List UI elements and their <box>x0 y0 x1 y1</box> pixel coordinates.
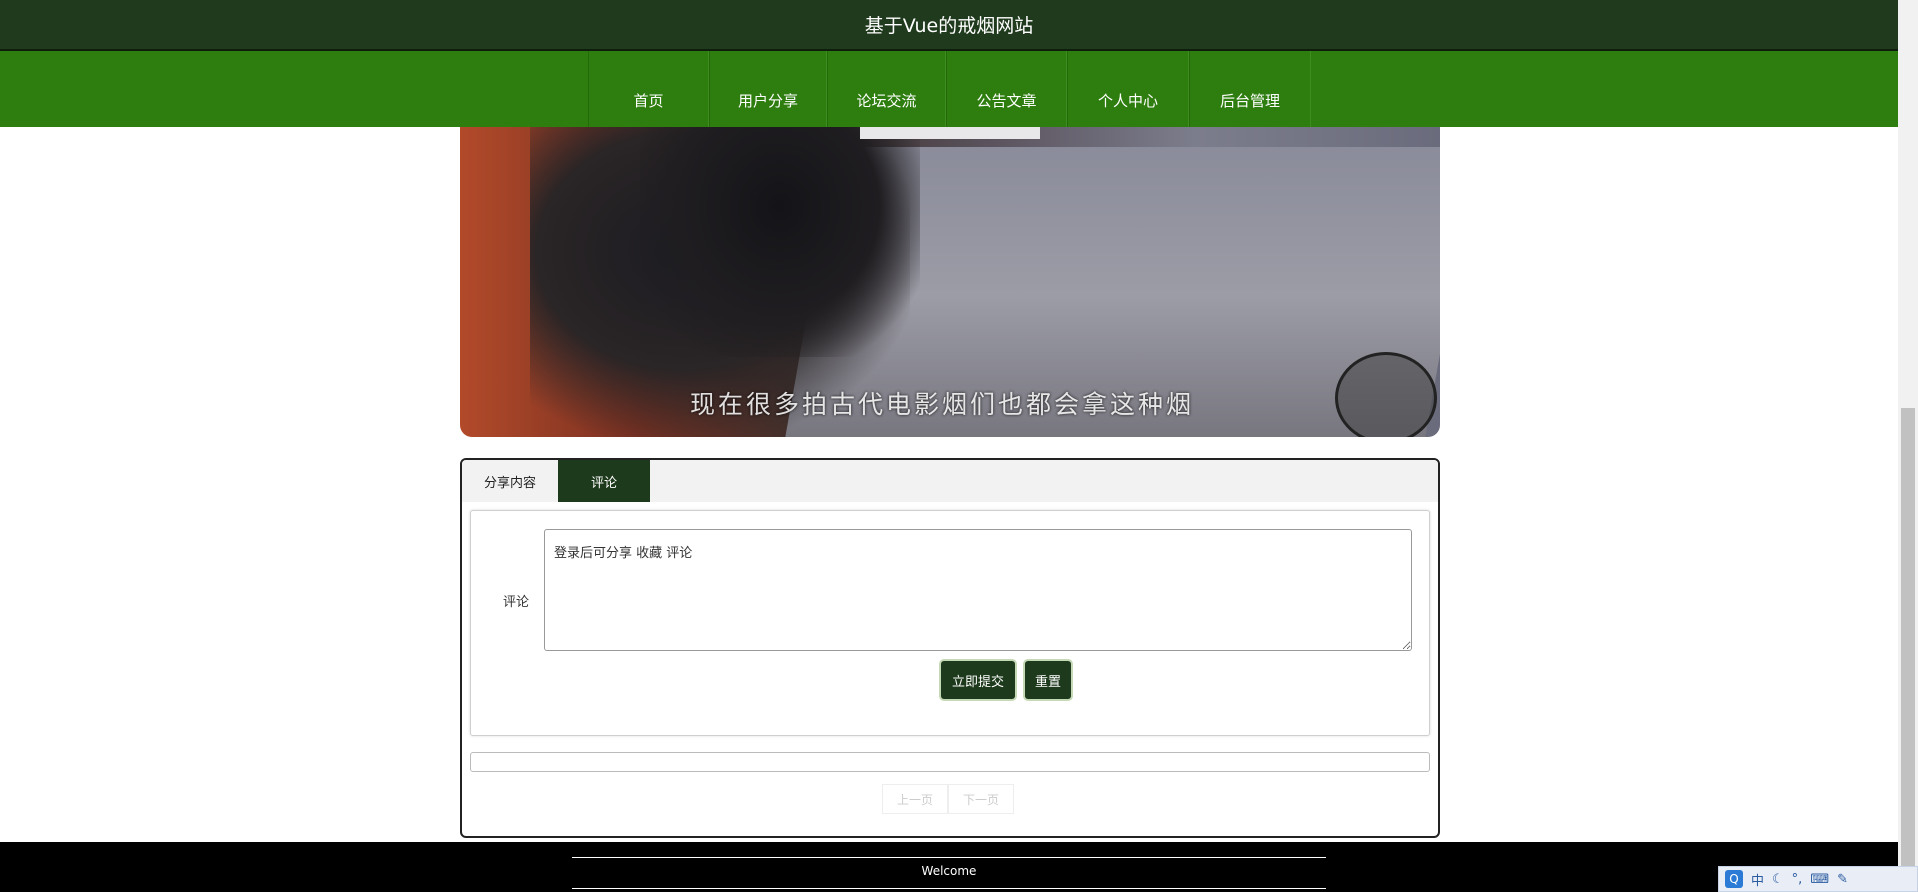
main-nav: 首页 用户分享 论坛交流 公告文章 个人中心 后台管理 <box>0 51 1898 127</box>
nav-item-forum[interactable]: 论坛交流 <box>827 51 946 127</box>
tab-share-content[interactable]: 分享内容 <box>462 460 558 502</box>
comment-input[interactable] <box>544 529 1412 651</box>
prev-page-button[interactable]: 上一页 <box>882 784 949 814</box>
video-caption: 现在很多拍古代电影烟们也都会拿这种烟 <box>690 390 1195 419</box>
nav-item-user-share[interactable]: 用户分享 <box>709 51 827 127</box>
site-title: 基于Vue的戒烟网站 <box>864 15 1034 37</box>
tab-bar: 分享内容 评论 <box>462 460 1438 502</box>
ime-mode-label[interactable]: 中 <box>1751 870 1764 889</box>
nav-item-personal-center[interactable]: 个人中心 <box>1067 51 1189 127</box>
pagination: 上一页 下一页 <box>882 784 1015 814</box>
q-logo-icon[interactable]: Q <box>1725 870 1743 888</box>
footer-welcome: Welcome <box>921 864 977 878</box>
submit-button[interactable]: 立即提交 <box>941 661 1015 699</box>
ime-toolbar[interactable]: Q 中 ☾ °, ⌨ ✎ <box>1718 866 1918 892</box>
footer-divider <box>572 888 1326 889</box>
site-footer: Welcome <box>0 842 1898 892</box>
scroll-thumb[interactable] <box>1901 408 1915 876</box>
reset-button[interactable]: 重置 <box>1025 661 1071 699</box>
share-detail-panel: 分享内容 评论 评论 立即提交 重置 上一页 下一页 <box>460 458 1440 838</box>
video-banner[interactable]: 现在很多拍古代电影烟们也都会拿这种烟 <box>460 127 1440 437</box>
moon-icon[interactable]: ☾ <box>1772 872 1784 887</box>
nav-item-home[interactable]: 首页 <box>588 51 709 127</box>
footer-divider <box>572 857 1326 858</box>
page-scrollbar[interactable] <box>1898 0 1918 892</box>
settings-icon[interactable]: ✎ <box>1837 872 1848 887</box>
tab-comments[interactable]: 评论 <box>558 460 650 502</box>
comment-list <box>470 752 1430 772</box>
watermark-logo <box>1335 352 1437 437</box>
punctuation-icon[interactable]: °, <box>1792 872 1803 887</box>
nav-item-announcements[interactable]: 公告文章 <box>946 51 1067 127</box>
next-page-button[interactable]: 下一页 <box>948 784 1015 814</box>
nav-item-admin[interactable]: 后台管理 <box>1189 51 1311 127</box>
comment-label: 评论 <box>503 595 530 610</box>
site-header: 基于Vue的戒烟网站 <box>0 0 1898 51</box>
keyboard-icon[interactable]: ⌨ <box>1810 872 1829 887</box>
comment-form: 评论 立即提交 重置 <box>470 510 1430 736</box>
